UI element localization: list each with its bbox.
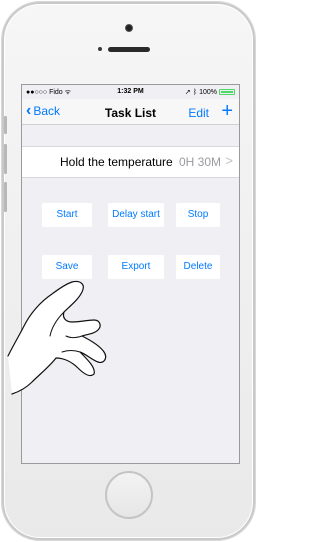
chevron-right-icon: > bbox=[225, 153, 233, 168]
volume-up-button bbox=[4, 144, 7, 174]
battery-icon bbox=[219, 89, 235, 95]
status-bar: ●●○○○ Fido ᯤ 1:32 PM ➚ ᛒ 100% bbox=[22, 85, 239, 99]
location-icon: ➚ bbox=[185, 89, 191, 96]
status-right: ➚ ᛒ 100% bbox=[185, 88, 235, 96]
task-name: Hold the temperature bbox=[60, 155, 173, 169]
delay-start-button[interactable]: Delay start bbox=[108, 203, 164, 227]
navigation-bar: ‹ Back Task List Edit + bbox=[22, 99, 239, 125]
mute-switch bbox=[4, 116, 7, 134]
delete-button[interactable]: Delete bbox=[176, 255, 220, 279]
proximity-sensor bbox=[98, 47, 102, 51]
task-duration: 0H 30M bbox=[178, 155, 221, 169]
battery-percent: 100% bbox=[199, 88, 217, 96]
start-button[interactable]: Start bbox=[42, 203, 92, 227]
home-button[interactable] bbox=[105, 471, 153, 519]
export-button[interactable]: Export bbox=[108, 255, 164, 279]
edit-button[interactable]: Edit bbox=[188, 106, 209, 120]
save-button[interactable]: Save bbox=[42, 255, 92, 279]
volume-down-button bbox=[4, 182, 7, 212]
stop-button[interactable]: Stop bbox=[176, 203, 220, 227]
task-row[interactable]: Hold the temperature 0H 30M > bbox=[22, 146, 239, 178]
earpiece-speaker bbox=[108, 47, 150, 52]
app-screen: ●●○○○ Fido ᯤ 1:32 PM ➚ ᛒ 100% ‹ Back Tas… bbox=[21, 84, 240, 464]
front-camera bbox=[125, 24, 133, 32]
bluetooth-icon: ᛒ bbox=[192, 88, 198, 96]
add-task-button[interactable]: + bbox=[221, 101, 233, 121]
